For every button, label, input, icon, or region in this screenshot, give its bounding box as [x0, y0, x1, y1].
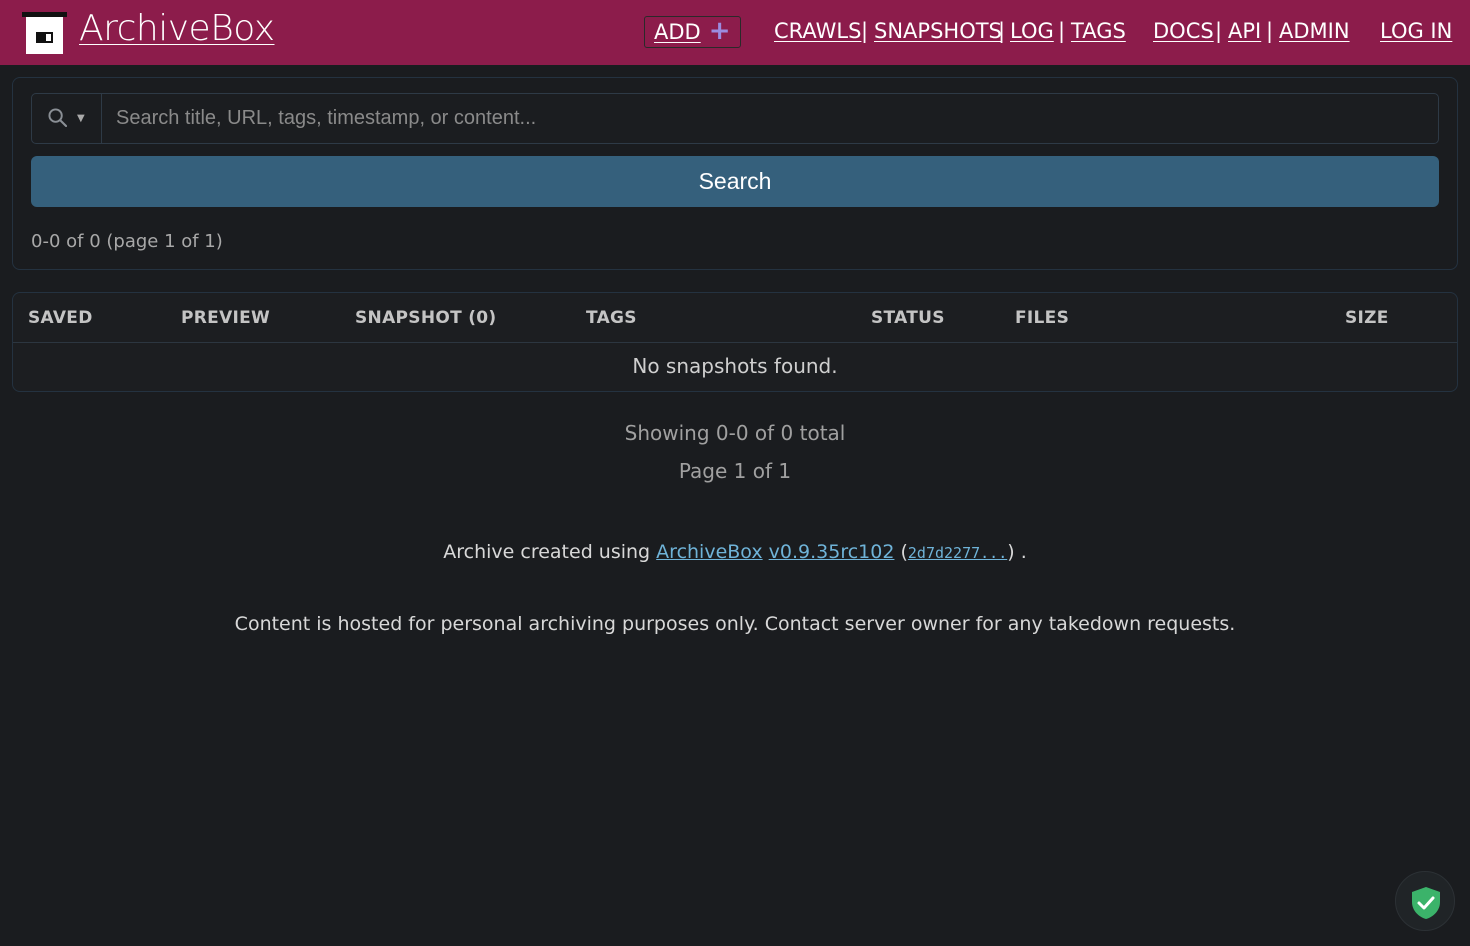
column-header-tags[interactable]: TAGS — [586, 308, 637, 328]
caret-down-icon: ▼ — [77, 113, 85, 124]
commit-hash-link[interactable]: 2d7d2277... — [908, 544, 1007, 562]
nav-api[interactable]: API — [1228, 19, 1261, 43]
column-header-preview[interactable]: PREVIEW — [181, 308, 270, 328]
version-link[interactable]: v0.9.35rc102 — [769, 541, 895, 563]
column-header-size[interactable]: SIZE — [1345, 308, 1389, 328]
search-mode-dropdown[interactable]: ▼ — [32, 94, 102, 143]
nav-separator: | — [998, 19, 1006, 43]
column-header-files[interactable]: FILES — [1015, 308, 1069, 328]
archivebox-logo-icon — [22, 12, 67, 54]
credit-suffix: . — [1020, 541, 1027, 563]
plus-icon: + — [708, 16, 731, 46]
credit-prefix: Archive created using — [443, 541, 651, 563]
footer-credits: Archive created using ArchiveBox v0.9.35… — [443, 541, 1027, 563]
nav-snapshots[interactable]: SNAPSHOTS — [874, 19, 1002, 43]
add-label: ADD — [654, 20, 701, 44]
nav-separator: | — [1215, 19, 1223, 43]
snapshots-table: SAVED PREVIEW SNAPSHOT (0) TAGS STATUS F… — [12, 292, 1458, 392]
pagination-summary: Showing 0-0 of 0 total — [624, 421, 846, 445]
top-nav-bar: ArchiveBox ADD + CRAWLS | SNAPSHOTS | LOG… — [0, 0, 1470, 65]
logo-text: ArchiveBox — [79, 8, 275, 49]
archivebox-home-link[interactable]: ArchiveBox — [22, 8, 275, 54]
nav-separator: | — [861, 19, 869, 43]
nav-login[interactable]: LOG IN — [1380, 19, 1452, 43]
nav-separator: | — [1266, 19, 1274, 43]
column-header-snapshot[interactable]: SNAPSHOT (0) — [355, 308, 497, 328]
pagination-page: Page 1 of 1 — [678, 459, 792, 483]
nav-separator: | — [1058, 19, 1066, 43]
nav-log[interactable]: LOG — [1010, 19, 1054, 43]
column-header-status[interactable]: STATUS — [871, 308, 945, 328]
result-count: 0-0 of 0 (page 1 of 1) — [31, 231, 223, 252]
add-button[interactable]: ADD + — [644, 16, 741, 48]
table-divider — [13, 342, 1457, 343]
empty-table-message: No snapshots found. — [632, 354, 838, 378]
search-panel: ▼ Search 0-0 of 0 (page 1 of 1) — [12, 77, 1458, 270]
search-input[interactable] — [104, 94, 1434, 143]
nav-tags[interactable]: TAGS — [1071, 19, 1126, 43]
archivebox-link[interactable]: ArchiveBox — [656, 541, 762, 563]
search-icon — [48, 108, 67, 127]
footer-disclaimer: Content is hosted for personal archiving… — [234, 613, 1236, 635]
column-header-saved[interactable]: SAVED — [28, 308, 93, 328]
nav-crawls[interactable]: CRAWLS — [774, 19, 861, 43]
nav-docs[interactable]: DOCS — [1153, 19, 1214, 43]
search-button[interactable]: Search — [31, 156, 1439, 207]
privacy-shield-button[interactable] — [1395, 871, 1455, 931]
shield-check-icon — [1412, 887, 1440, 919]
search-box: ▼ — [31, 93, 1439, 144]
nav-admin[interactable]: ADMIN — [1279, 19, 1350, 43]
